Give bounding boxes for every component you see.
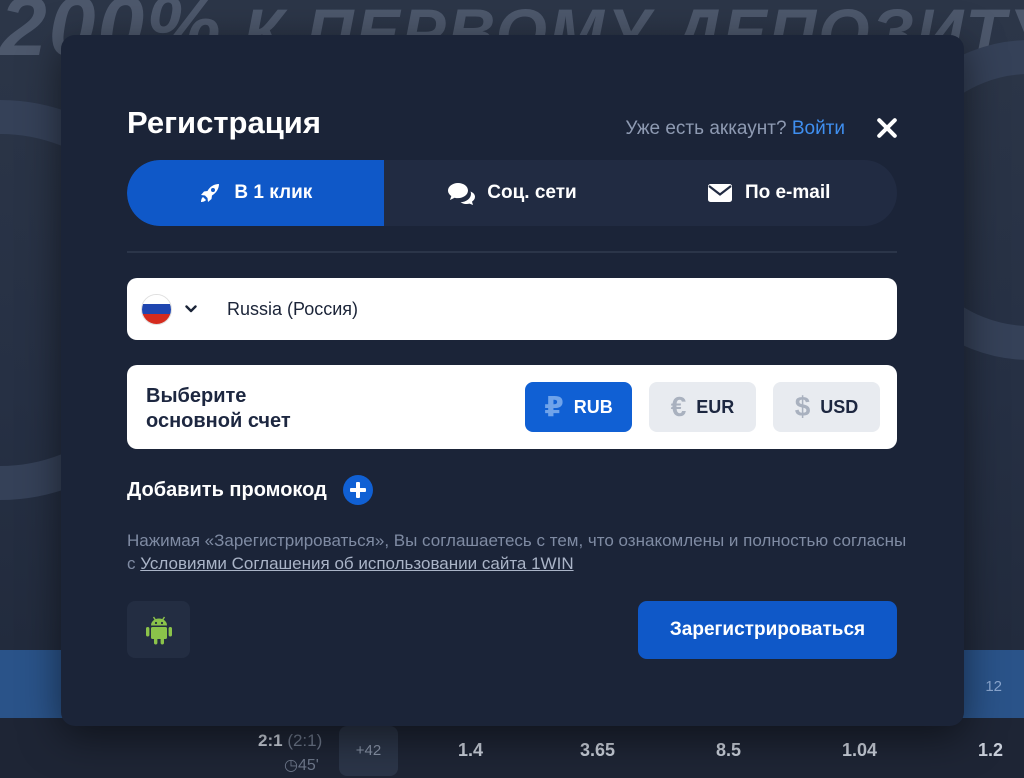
plus-icon[interactable] — [342, 475, 373, 505]
currency-code: RUB — [573, 396, 613, 417]
odd-value[interactable]: 1.04 — [842, 740, 877, 761]
currency-selector: Выберите основной счет ₽ RUB € EUR $ USD — [127, 365, 897, 449]
background-band-number: 12 — [985, 678, 1002, 695]
clock-icon: ◷ — [284, 757, 298, 774]
android-app-button[interactable] — [127, 601, 190, 658]
registration-modal: Регистрация Уже есть аккаунт? Войти В 1 … — [61, 35, 964, 726]
envelope-icon — [707, 183, 733, 203]
currency-code: EUR — [696, 396, 735, 417]
tab-label: По e-mail — [744, 182, 831, 203]
chevron-down-icon — [185, 305, 197, 313]
country-name: Russia (Россия) — [227, 298, 359, 319]
add-promo-code[interactable]: Добавить промокод — [127, 475, 373, 505]
ruble-icon: ₽ — [544, 391, 564, 422]
tab-email[interactable]: По e-mail — [640, 160, 897, 226]
russia-flag-icon — [141, 293, 172, 325]
euro-icon: € — [670, 391, 687, 422]
has-account-prompt: Уже есть аккаунт? Войти — [625, 118, 845, 140]
chat-bubbles-icon — [447, 181, 476, 205]
terms-text: Нажимая «Зарегистрироваться», Вы соглаша… — [127, 531, 907, 573]
match-time: ◷45' — [284, 757, 319, 774]
match-score: 2:1 (2:1) — [258, 731, 323, 750]
terms-link[interactable]: Условиями Соглашения об использовании са… — [140, 554, 573, 573]
odd-value[interactable]: 8.5 — [716, 740, 741, 761]
login-link[interactable]: Войти — [792, 118, 845, 139]
registration-tabs: В 1 клик Соц. сети По e-mail — [127, 160, 897, 226]
modal-title: Регистрация — [127, 105, 321, 140]
tab-social[interactable]: Соц. сети — [384, 160, 641, 226]
odd-value[interactable]: 1.2 — [978, 740, 1003, 761]
currency-code: USD — [820, 396, 859, 417]
android-icon — [145, 616, 172, 644]
odd-value[interactable]: 3.65 — [580, 740, 615, 761]
currency-eur-button[interactable]: € EUR — [649, 382, 756, 432]
rocket-icon — [198, 181, 222, 205]
currency-rub-button[interactable]: ₽ RUB — [525, 382, 632, 432]
tab-one-click[interactable]: В 1 клик — [127, 160, 384, 226]
currency-usd-button[interactable]: $ USD — [773, 382, 880, 432]
country-select[interactable]: Russia (Россия) — [127, 278, 897, 340]
promo-label: Добавить промокод — [127, 478, 327, 501]
divider — [127, 251, 897, 253]
tab-label: Соц. сети — [487, 182, 577, 203]
odd-value[interactable]: 1.4 — [458, 740, 483, 761]
has-account-text: Уже есть аккаунт? — [625, 118, 787, 139]
tab-label: В 1 клик — [234, 182, 313, 203]
more-markets-button[interactable]: +42 — [339, 726, 398, 776]
currency-selector-label: Выберите основной счет — [146, 385, 291, 432]
close-icon[interactable] — [875, 116, 899, 140]
dollar-icon: $ — [794, 391, 811, 422]
register-button[interactable]: Зарегистрироваться — [638, 601, 897, 659]
